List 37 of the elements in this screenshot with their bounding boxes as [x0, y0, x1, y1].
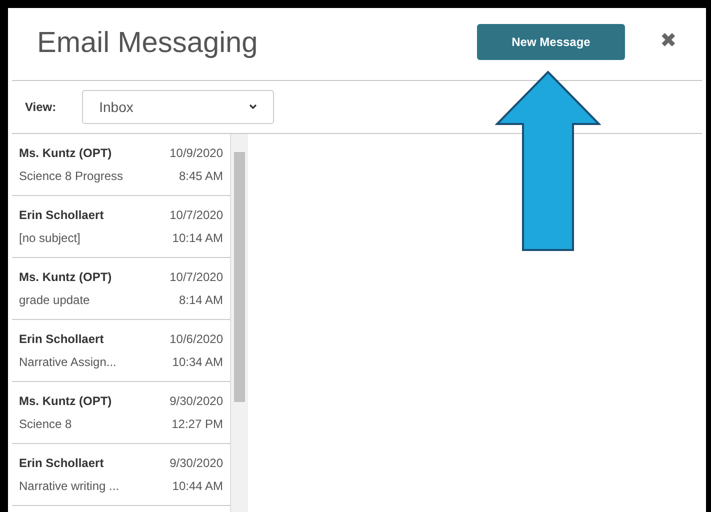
view-select[interactable]: Inbox — [82, 90, 274, 124]
message-subject: Narrative Assign... — [19, 354, 116, 371]
sender-name: Erin Schollaert — [19, 331, 104, 348]
message-time: 12:27 PM — [172, 416, 223, 433]
sender-name: Ms. Kuntz (OPT) — [19, 393, 112, 410]
message-item[interactable]: Erin Schollaert 10/6/2020 Narrative Assign... 10:34 AM — [12, 320, 230, 382]
message-time: 8:45 AM — [178, 168, 223, 185]
message-subject: Narrative writing ... — [19, 478, 120, 495]
message-item[interactable]: Ms. Kuntz (OPT) 10/9/2020 Science 8 Progress 8:45 AM — [12, 134, 230, 196]
message-date: 9/30/2020 — [170, 393, 223, 410]
message-time: 10:34 AM — [172, 354, 223, 371]
message-date: 10/7/2020 — [170, 207, 223, 224]
message-time: 10:44 AM — [172, 478, 223, 495]
new-message-button[interactable]: New Message — [477, 24, 625, 60]
message-item[interactable]: Erin Schollaert 10/7/2020 [no subject] 10:14 AM — [12, 196, 230, 258]
message-subject: Science 8 — [19, 416, 72, 433]
message-date: 10/9/2020 — [170, 145, 223, 162]
message-item[interactable]: Erin Schollaert 9/30/2020 Narrative writing ... 10:44 AM — [12, 444, 230, 506]
scrollbar[interactable] — [231, 134, 248, 512]
sender-name: Ms. Kuntz (OPT) — [19, 269, 112, 286]
message-item[interactable]: Ms. Kuntz (OPT) 10/7/2020 grade update 8:14 AM — [12, 258, 230, 320]
sender-name: Erin Schollaert — [19, 455, 104, 472]
message-subject: grade update — [19, 292, 90, 309]
message-date: 9/30/2020 — [170, 455, 223, 472]
view-label: View: — [25, 99, 56, 116]
message-date: 10/6/2020 — [170, 331, 223, 348]
chevron-down-icon — [249, 104, 258, 110]
window-title: Email Messaging — [37, 26, 258, 62]
message-subject: Science 8 Progress — [19, 168, 124, 185]
message-time: 10:14 AM — [172, 230, 223, 247]
message-item[interactable]: Ms. Kuntz (OPT) 9/30/2020 Science 8 12:27 PM — [12, 382, 230, 444]
message-time: 8:14 AM — [178, 292, 223, 309]
sender-name: Ms. Kuntz (OPT) — [19, 145, 112, 162]
close-button[interactable]: ✖ — [660, 26, 677, 56]
message-date: 10/7/2020 — [170, 269, 223, 286]
message-subject: [no subject] — [19, 230, 80, 247]
sender-name: Erin Schollaert — [19, 207, 104, 224]
